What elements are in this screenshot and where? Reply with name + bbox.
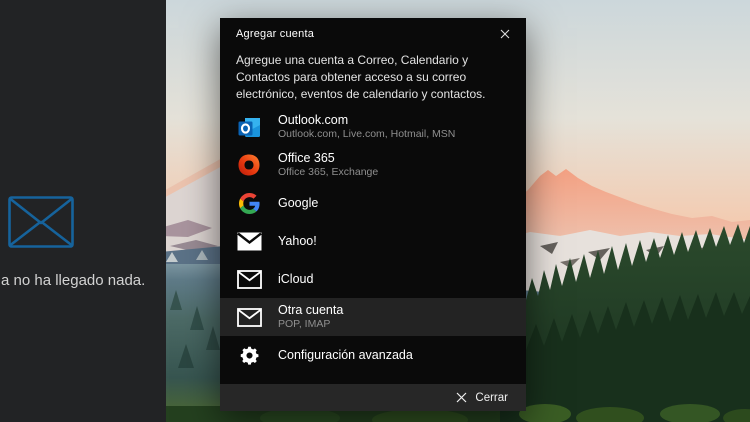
- mail-app-panel: a no ha llegado nada.: [0, 0, 166, 422]
- account-option[interactable]: Office 365 Office 365, Exchange: [220, 146, 526, 184]
- cerrar-label: Cerrar: [475, 391, 508, 404]
- account-option[interactable]: Configuración avanzada: [220, 336, 526, 374]
- close-x-icon: [456, 392, 467, 403]
- account-sublabel: Outlook.com, Live.com, Hotmail, MSN: [278, 127, 456, 140]
- account-list: Outlook.com Outlook.com, Live.com, Hotma…: [220, 108, 526, 374]
- envelope-outline-icon: [236, 304, 262, 330]
- desktop: a no ha llegado nada. Agregar cuenta Agr…: [0, 0, 750, 422]
- account-label: Otra cuenta: [278, 303, 344, 318]
- add-account-dialog: Agregar cuenta Agregue una cuenta a Corr…: [220, 18, 526, 411]
- account-option[interactable]: Google: [220, 184, 526, 222]
- account-label: Outlook.com: [278, 113, 349, 128]
- empty-state-text: a no ha llegado nada.: [1, 272, 146, 289]
- dialog-title: Agregar cuenta: [236, 28, 315, 40]
- office-icon: [236, 152, 262, 178]
- envelope-filled-icon: [236, 228, 262, 254]
- dialog-close-icon[interactable]: [492, 26, 518, 42]
- empty-mailbox-envelope-icon: [8, 196, 74, 248]
- dialog-description: Agregue una cuenta a Correo, Calendario …: [236, 53, 486, 102]
- account-label: iCloud: [278, 271, 314, 286]
- account-sublabel: Office 365, Exchange: [278, 165, 379, 178]
- account-option[interactable]: Otra cuenta POP, IMAP: [220, 298, 526, 337]
- account-label: Office 365: [278, 151, 335, 166]
- envelope-outline-icon: [236, 266, 262, 292]
- account-option[interactable]: Yahoo!: [220, 222, 526, 260]
- cerrar-button[interactable]: Cerrar: [450, 390, 514, 406]
- outlook-icon: [236, 114, 262, 140]
- dialog-footer: Cerrar: [220, 384, 526, 411]
- account-sublabel: POP, IMAP: [278, 317, 331, 330]
- gear-icon: [236, 342, 262, 368]
- account-option[interactable]: iCloud: [220, 260, 526, 298]
- google-icon: [236, 190, 262, 216]
- account-label: Google: [278, 195, 319, 210]
- account-label: Configuración avanzada: [278, 347, 413, 362]
- account-option[interactable]: Outlook.com Outlook.com, Live.com, Hotma…: [220, 108, 526, 146]
- dialog-titlebar: Agregar cuenta: [220, 18, 526, 44]
- account-label: Yahoo!: [278, 233, 317, 248]
